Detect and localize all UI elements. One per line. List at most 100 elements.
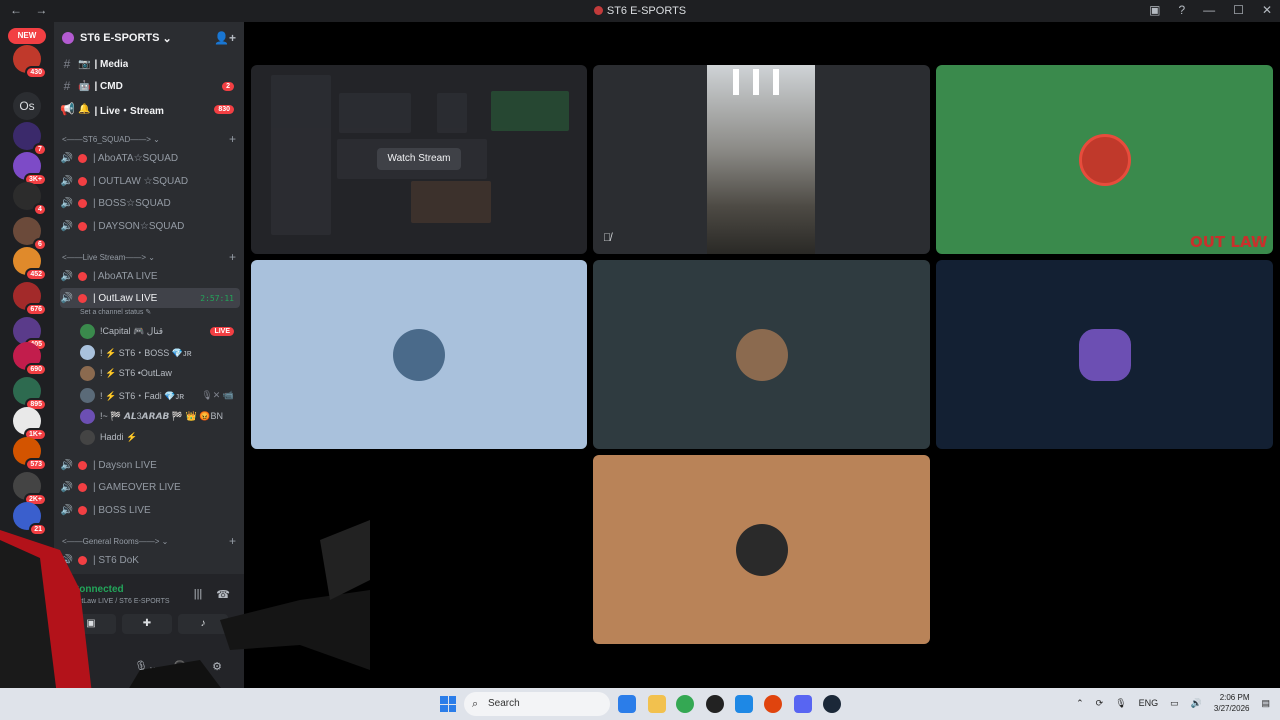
server-icon[interactable]: 430 <box>13 45 47 79</box>
server-icon[interactable]: 452 <box>13 247 47 281</box>
gear-icon[interactable]: ⚙ <box>212 660 222 673</box>
voice-status: Connected <box>72 584 124 595</box>
notification-icon[interactable]: ▤ <box>1261 698 1270 709</box>
guild-header[interactable]: ST6 E-SPORTS ⌄ 👤+ <box>54 22 244 54</box>
add-channel-icon[interactable]: + <box>229 132 236 146</box>
microphone-icon[interactable]: 🎙 <box>1115 698 1126 709</box>
help-icon[interactable]: ? <box>1178 3 1185 17</box>
browser-icon[interactable] <box>764 695 782 713</box>
unread-count-badge: 430 <box>25 66 47 79</box>
discord-icon[interactable] <box>794 695 812 713</box>
clock-date: 3/27/2026 <box>1213 704 1250 713</box>
voice-location[interactable]: OutLaw LIVE / ST6 E-SPORTS <box>72 598 170 605</box>
speaker-icon: 🔊 <box>60 270 74 282</box>
server-icon[interactable]: 1K+ <box>13 407 47 441</box>
stream-tile[interactable]: Watch Stream <box>251 65 587 254</box>
obs-icon[interactable] <box>706 695 724 713</box>
volume-icon[interactable]: 🔊 <box>1191 698 1202 709</box>
voice-member[interactable]: !~ 🏁 𝘼𝙇3𝘼𝙍𝘼𝘽 🏁 👑 😡BN <box>80 406 240 426</box>
voice-member[interactable]: ! ⚡ ST6・BOSS 💎ᴊʀ <box>80 342 240 362</box>
server-icon[interactable]: 676 <box>13 282 47 316</box>
voice-channel[interactable]: 🔊 | Dayson LIVE <box>60 455 240 475</box>
server-icon[interactable]: 4 <box>13 182 47 216</box>
server-icon[interactable]: 2K+ <box>13 472 47 506</box>
server-icon[interactable]: 6 <box>13 217 47 251</box>
voice-channel-active[interactable]: 🔊 | OutLaw LIVE 2:57:11 <box>60 288 240 308</box>
category-live[interactable]: <——Live Stream——> ⌄ + <box>62 249 238 265</box>
server-icon[interactable]: 573 <box>13 437 47 471</box>
guild-name: ST6 E-SPORTS <box>80 32 160 44</box>
minimize-button[interactable]: — <box>1203 3 1215 17</box>
task-view-icon[interactable] <box>618 695 636 713</box>
noise-icon[interactable]: ||| <box>194 588 203 601</box>
avatar <box>1078 328 1131 381</box>
server-icon[interactable]: 3K+ <box>13 152 47 186</box>
voice-channel[interactable]: 🔊 | BOSS LIVE <box>60 500 240 520</box>
disconnect-icon[interactable]: ☎ <box>216 588 230 601</box>
guild-logo-icon <box>593 6 603 15</box>
add-channel-icon[interactable]: + <box>229 534 236 548</box>
voice-channel[interactable]: 🔊 | ST6 DoK <box>60 550 240 570</box>
activities-button[interactable]: ✚ <box>122 614 172 634</box>
channel-emoji: 🔔 <box>78 103 91 115</box>
avatar <box>393 328 445 381</box>
channel-live-stream[interactable]: 📢 🔔 | Live・Stream 830 <box>60 99 240 119</box>
red-dot-icon <box>78 198 87 208</box>
new-badge[interactable]: NEW <box>8 28 46 44</box>
clock[interactable]: 2:06 PM 3/27/2026 <box>1214 692 1250 714</box>
server-icon[interactable]: 7 <box>13 122 47 156</box>
server-icon[interactable]: 21 <box>13 502 47 536</box>
invite-icon[interactable]: 👤+ <box>214 31 236 45</box>
voice-channel[interactable]: 🔊 | AboATA☆SQUAD <box>60 148 240 168</box>
participant-tile[interactable] <box>593 260 930 449</box>
window-controls: ▣ ? — ☐ ✕ <box>1149 3 1272 17</box>
microphone-icon[interactable]: 🎙⌄ <box>134 660 157 673</box>
inbox-icon[interactable]: ▣ <box>1149 3 1160 17</box>
server-icon[interactable]: 405 <box>13 317 47 351</box>
sync-icon[interactable]: ⟳ <box>1096 698 1104 709</box>
channel-cmd[interactable]: # 🤖 | CMD 2 <box>60 76 240 96</box>
voice-channel[interactable]: 🔊 | OUTLAW ☆SQUAD <box>60 171 240 191</box>
server-icon[interactable]: 690 <box>13 342 47 376</box>
soundboard-button[interactable]: ♪ <box>178 614 228 634</box>
channel-media[interactable]: # 📷 | Media <box>60 54 240 74</box>
server-icon[interactable]: 895 <box>13 377 47 411</box>
chrome-icon[interactable] <box>676 695 694 713</box>
participant-tile[interactable] <box>593 455 930 644</box>
camera-tile[interactable]: 🎙̸ <box>593 65 930 254</box>
channel-status[interactable]: Set a channel status ✎ <box>80 308 151 316</box>
windows-start-icon[interactable] <box>440 696 456 712</box>
participant-tile[interactable] <box>936 65 1273 254</box>
chevron-up-icon[interactable]: ⌃ <box>1076 698 1084 709</box>
steam-icon[interactable] <box>823 695 841 713</box>
voice-channel[interactable]: 🔊 | GAMEOVER LIVE <box>60 477 240 497</box>
voice-channel[interactable]: 🔊 | BOSS☆SQUAD <box>60 193 240 213</box>
language-indicator[interactable]: ENG <box>1139 698 1159 708</box>
red-dot-icon <box>78 221 87 231</box>
watch-stream-button[interactable]: Watch Stream <box>377 148 461 170</box>
search-placeholder: Search <box>488 698 520 709</box>
voice-member[interactable]: ! ⚡ ST6 •OutLaw <box>80 363 240 383</box>
maximize-button[interactable]: ☐ <box>1233 3 1244 17</box>
voice-member[interactable]: !Capital 🎮 قتال LIVE <box>80 321 240 341</box>
share-screen-button[interactable]: ▣ <box>66 614 116 634</box>
camera-feed <box>707 65 815 254</box>
photos-icon[interactable] <box>735 695 753 713</box>
participant-tile[interactable] <box>251 260 587 449</box>
red-dot-icon <box>78 293 87 303</box>
server-icon-text[interactable]: Os <box>13 92 41 120</box>
participant-tile[interactable] <box>936 260 1273 449</box>
voice-channel[interactable]: 🔊 | DAYSON☆SQUAD <box>60 216 240 236</box>
taskbar-search[interactable]: ⌕ Search <box>464 692 610 716</box>
close-button[interactable]: ✕ <box>1262 3 1272 17</box>
category-general[interactable]: <——General Rooms——> ⌄ + <box>62 533 238 549</box>
network-icon[interactable]: ▭ <box>1170 698 1179 709</box>
category-squad[interactable]: <——ST6_SQUAD——> ⌄ + <box>62 131 238 147</box>
voice-channel[interactable]: 🔊 | AboATA LIVE <box>60 266 240 286</box>
speaker-icon: 🔊 <box>60 504 74 516</box>
add-channel-icon[interactable]: + <box>229 250 236 264</box>
voice-member[interactable]: Haddi ⚡ <box>80 427 240 447</box>
file-explorer-icon[interactable] <box>648 695 666 713</box>
voice-member[interactable]: ! ⚡ ST6・Fadi 💎ᴊʀ 🎙✕ 📹 <box>80 385 240 405</box>
headphones-icon[interactable]: 🎧⌄ <box>173 660 196 673</box>
